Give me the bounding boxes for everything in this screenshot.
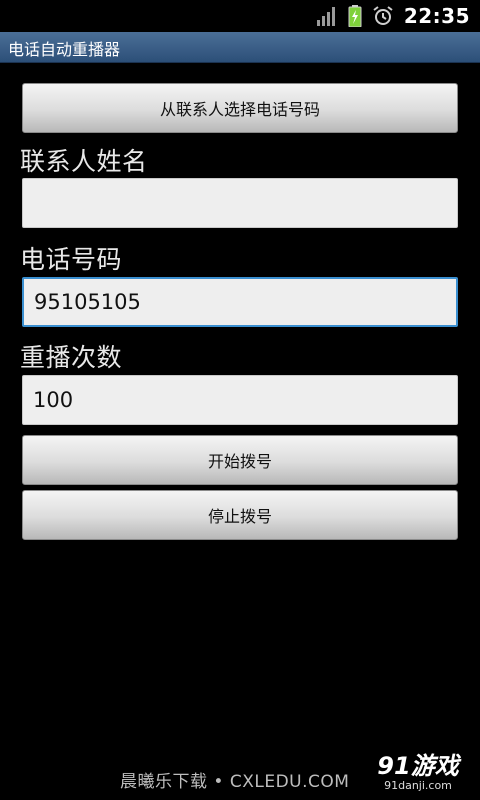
status-clock: 22:35 xyxy=(403,4,470,28)
redial-count-value: 100 xyxy=(33,388,74,412)
brand-logo-text: 91游戏 xyxy=(377,752,459,780)
stop-dial-button[interactable]: 停止拨号 xyxy=(22,490,458,540)
start-dial-button-label: 开始拨号 xyxy=(207,452,272,471)
phone-screen: 22:35 电话自动重播器 从联系人选择电话号码 联系人姓名 电话号码 9510… xyxy=(0,0,480,800)
start-dial-button[interactable]: 开始拨号 xyxy=(22,435,458,485)
alarm-icon xyxy=(373,6,393,25)
phone-number-label: 电话号码 xyxy=(20,245,123,274)
pick-contact-button[interactable]: 从联系人选择电话号码 xyxy=(22,83,458,133)
app-title: 电话自动重播器 xyxy=(8,40,121,59)
phone-number-value: 95105105 xyxy=(34,290,141,314)
signal-icon xyxy=(316,7,335,26)
app-title-bar: 电话自动重播器 xyxy=(0,32,480,63)
status-bar: 22:35 xyxy=(0,0,480,32)
stop-dial-button-label: 停止拨号 xyxy=(207,507,272,526)
brand-logo-site: 91danji.com xyxy=(384,779,452,792)
pick-contact-button-label: 从联系人选择电话号码 xyxy=(159,100,320,119)
brand-logo: 91游戏 91danji.com xyxy=(372,752,464,796)
redial-count-field[interactable]: 100 xyxy=(22,375,458,425)
phone-number-field[interactable]: 95105105 xyxy=(22,277,458,327)
status-icons: 22:35 xyxy=(316,0,470,32)
watermark-text: 晨曦乐下载 • CXLEDU.COM xyxy=(120,772,350,792)
redial-count-label: 重播次数 xyxy=(20,343,123,372)
contact-name-label: 联系人姓名 xyxy=(20,147,148,176)
contact-name-field[interactable] xyxy=(22,178,458,228)
battery-charging-icon xyxy=(348,5,362,27)
